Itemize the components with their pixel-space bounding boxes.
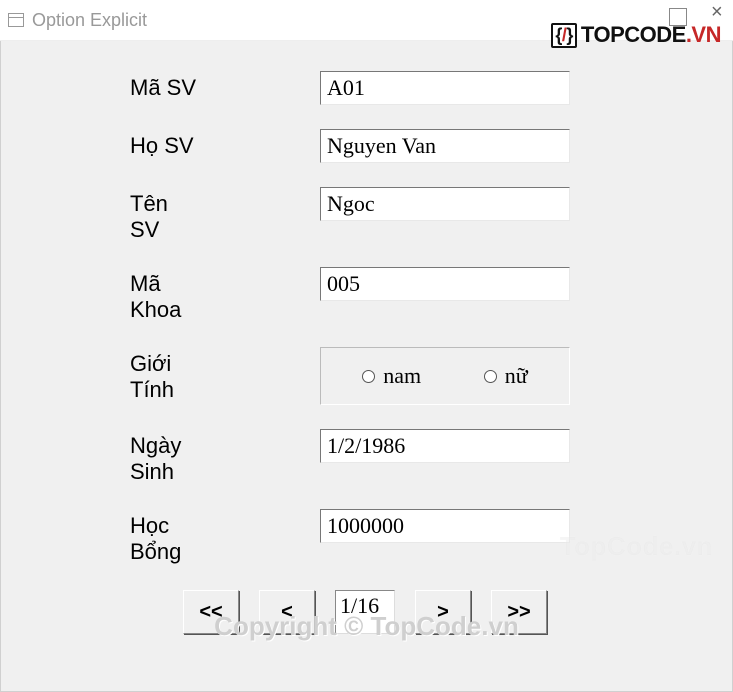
label-ho-sv: Họ SV [20,129,200,159]
label-ngay-sinh: Ngày Sinh [20,429,200,485]
form-icon [8,13,24,27]
input-ma-khoa[interactable] [320,267,570,301]
label-hoc-bong: Học Bổng [20,509,200,565]
brand-glyph-icon: {/} [551,23,577,48]
watermark-large: Copyright © TopCode.vn [0,611,733,642]
input-ho-sv[interactable] [320,129,570,163]
close-icon[interactable]: × [711,4,727,20]
radio-nam[interactable]: nam [362,363,421,389]
watermark-small: TopCode.vn [560,531,713,562]
input-ma-sv[interactable] [320,71,570,105]
radio-label-nu: nữ [505,363,528,389]
window-title: Option Explicit [32,10,147,31]
label-ten-sv: Tên SV [20,187,200,243]
label-ma-sv: Mã SV [20,71,200,101]
radio-icon [362,370,375,383]
radio-nu[interactable]: nữ [484,363,528,389]
label-gioi-tinh: Giới Tính [20,347,200,403]
brand-logo: {/} TOPCODE.VN [551,22,721,48]
radio-icon [484,370,497,383]
gender-frame: nam nữ [320,347,570,405]
brand-name: TOPCODE.VN [581,22,721,48]
input-hoc-bong[interactable] [320,509,570,543]
input-ngay-sinh[interactable] [320,429,570,463]
label-ma-khoa: Mã Khoa [20,267,200,323]
radio-label-nam: nam [383,363,421,389]
input-ten-sv[interactable] [320,187,570,221]
